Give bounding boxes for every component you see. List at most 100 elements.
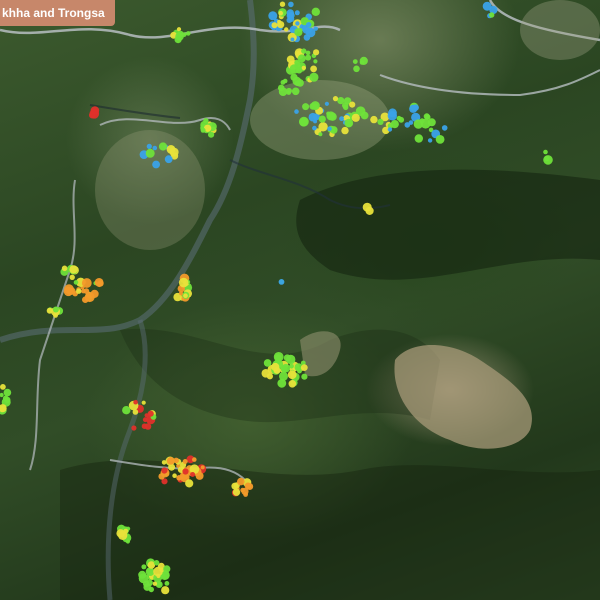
detection-marker (0, 384, 6, 390)
detection-marker (268, 11, 278, 21)
detection-marker (291, 87, 300, 96)
detection-marker (182, 459, 188, 464)
map-title-banner: khha and Trongsa (0, 0, 115, 26)
detection-marker (352, 59, 358, 64)
detection-marker (153, 560, 160, 566)
detection-marker (349, 101, 356, 108)
detection-marker (414, 134, 423, 143)
detection-marker (281, 363, 291, 373)
map-canvas[interactable]: khha and Trongsa (0, 0, 600, 600)
detection-marker (278, 10, 284, 16)
detection-marker (164, 581, 170, 586)
detection-marker (118, 530, 128, 540)
detection-marker (309, 72, 319, 82)
detection-marker (301, 373, 308, 380)
detection-marker (190, 472, 196, 477)
detection-marker (351, 113, 360, 122)
detection-marker (543, 149, 548, 155)
detection-marker (408, 120, 414, 125)
detection-marker (279, 1, 286, 7)
detection-marker (69, 274, 75, 280)
detection-marker (279, 371, 288, 381)
detection-marker (302, 103, 310, 111)
detection-marker (423, 113, 430, 120)
detection-marker (362, 202, 372, 212)
detection-marker (313, 26, 318, 31)
detection-marker (313, 119, 318, 124)
detection-marker (183, 293, 188, 299)
detection-marker (138, 570, 147, 579)
detection-marker (147, 410, 154, 417)
detection-marker (305, 54, 312, 61)
detection-marker (282, 78, 288, 84)
detection-marker (310, 65, 317, 73)
detection-marker (290, 37, 295, 42)
detection-marker (353, 65, 360, 73)
detection-marker (332, 96, 339, 102)
detection-marker (208, 131, 215, 138)
detection-marker (76, 288, 82, 294)
detection-marker (161, 467, 168, 474)
detection-marker (66, 287, 74, 295)
detection-marker (186, 31, 191, 36)
detection-marker (176, 475, 182, 481)
detection-marker (295, 21, 300, 26)
detection-marker (324, 101, 329, 106)
detection-marker (341, 126, 349, 135)
detection-marker (299, 117, 308, 127)
detection-marker (287, 370, 297, 380)
detection-marker (69, 265, 78, 274)
detection-marker (203, 118, 209, 124)
detection-marker (377, 118, 384, 125)
detection-marker (294, 109, 299, 114)
detection-marker (300, 364, 308, 371)
detection-marker (152, 145, 158, 151)
detection-marker (141, 564, 147, 570)
detection-marker (318, 132, 323, 137)
detection-marker (131, 425, 137, 431)
detection-marker (2, 395, 9, 402)
detection-marker (179, 291, 183, 296)
detection-marker (133, 399, 138, 405)
detection-marker (274, 354, 282, 361)
detection-marker (243, 492, 249, 497)
detection-marker (286, 12, 293, 20)
detection-marker (318, 122, 328, 132)
detection-marker (370, 115, 378, 124)
detection-marker (360, 111, 369, 120)
detection-marker (148, 586, 154, 593)
detection-marker (231, 482, 239, 490)
detection-marker (412, 104, 419, 111)
detection-marker (435, 135, 445, 144)
detection-marker (52, 306, 59, 313)
detection-marker (313, 49, 320, 56)
detection-marker (176, 27, 182, 32)
detection-marker (313, 59, 318, 64)
detection-marker (169, 147, 179, 157)
detection-marker (489, 12, 495, 18)
detection-marker (94, 278, 104, 287)
detection-marker (132, 409, 139, 415)
detection-marker (146, 143, 152, 149)
detection-marker (306, 22, 312, 28)
detection-marker (141, 400, 146, 405)
map-title: khha and Trongsa (2, 6, 105, 20)
detection-marker (342, 102, 349, 109)
detection-marker (81, 278, 92, 288)
detection-marker (145, 148, 155, 158)
detection-marker (427, 118, 436, 127)
detection-marker (175, 32, 184, 41)
detection-marker (90, 106, 100, 115)
detection-marker (200, 127, 206, 133)
detection-marker (125, 539, 130, 544)
detection-marker (288, 1, 294, 8)
detection-marker (295, 67, 303, 74)
detection-marker (271, 22, 278, 29)
detection-marker (152, 581, 158, 586)
detection-marker (61, 265, 68, 272)
detection-marker (144, 423, 152, 430)
detection-marker (73, 280, 79, 285)
detection-marker (327, 126, 332, 132)
detection-marker (387, 111, 397, 121)
detection-marker (185, 479, 194, 488)
